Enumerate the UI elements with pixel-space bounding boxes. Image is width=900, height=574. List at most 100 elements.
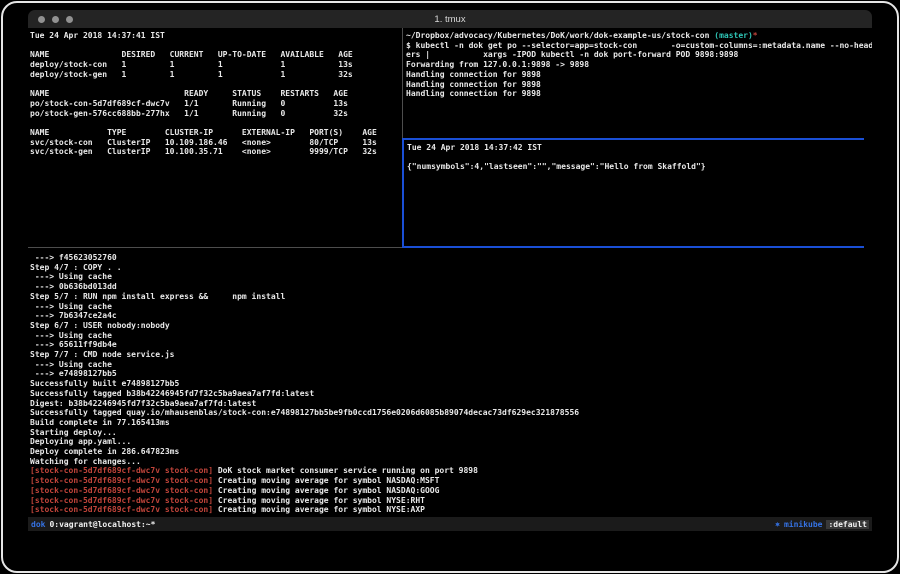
text-segment: Watching for changes... bbox=[30, 457, 141, 466]
text-segment: Handling connection for 9898 bbox=[406, 80, 541, 89]
text-segment: svc/stock-con ClusterIP 10.109.186.46 <n… bbox=[30, 138, 377, 147]
status-right: ⎈minikube:default bbox=[775, 520, 869, 529]
text-segment: Tue 24 Apr 2018 14:37:41 IST bbox=[30, 31, 165, 40]
terminal-line: [stock-con-5d7df689cf-dwc7v stock-con] C… bbox=[30, 505, 870, 515]
text-segment: ---> Using cache bbox=[30, 272, 112, 281]
pane-divider-horizontal[interactable] bbox=[28, 247, 402, 248]
text-segment: Successfully tagged b38b42246945fd7f32c5… bbox=[30, 389, 314, 398]
text-segment: ~/Dropbox/advocacy/Kubernetes/DoK/work/d… bbox=[406, 31, 714, 40]
text-segment: [stock-con-5d7df689cf-dwc7v stock-con] bbox=[30, 486, 213, 495]
terminal-line: po/stock-gen-576cc688bb-277hx 1/1 Runnin… bbox=[30, 109, 400, 119]
text-segment: ---> Using cache bbox=[30, 302, 112, 311]
text-segment: Deploying app.yaml... bbox=[30, 437, 131, 446]
text-segment: Forwarding from 127.0.0.1:9898 -> 9898 bbox=[406, 60, 589, 69]
terminal-line: ~/Dropbox/advocacy/Kubernetes/DoK/work/d… bbox=[406, 31, 870, 41]
text-segment: NAME DESIRED CURRENT UP-TO-DATE AVAILABL… bbox=[30, 50, 353, 59]
text-segment: svc/stock-gen ClusterIP 10.100.35.71 <no… bbox=[30, 147, 377, 156]
terminal-line: Handling connection for 9898 bbox=[406, 80, 870, 90]
text-segment: Creating moving average for symbol NASDA… bbox=[213, 486, 439, 495]
terminal-line: deploy/stock-con 1 1 1 1 13s bbox=[30, 60, 400, 70]
text-segment: Tue 24 Apr 2018 14:37:42 IST bbox=[407, 143, 542, 152]
terminal-line: ---> Using cache bbox=[30, 360, 870, 370]
terminal-line: NAME DESIRED CURRENT UP-TO-DATE AVAILABL… bbox=[30, 50, 400, 60]
terminal-line: Successfully built e74898127bb5 bbox=[30, 379, 870, 389]
text-segment: Step 7/7 : CMD node service.js bbox=[30, 350, 175, 359]
text-segment: NAME TYPE CLUSTER-IP EXTERNAL-IP PORT(S)… bbox=[30, 128, 377, 137]
pane-port-forward[interactable]: ~/Dropbox/advocacy/Kubernetes/DoK/work/d… bbox=[404, 28, 872, 138]
terminal-line: ---> e74898127bb5 bbox=[30, 369, 870, 379]
terminal-line: ---> 65611ff9db4e bbox=[30, 340, 870, 350]
text-segment: ---> 7b6347ce2a4c bbox=[30, 311, 117, 320]
text-segment: ---> f45623052760 bbox=[30, 253, 117, 262]
terminal-line: ---> Using cache bbox=[30, 302, 870, 312]
terminal-line: [stock-con-5d7df689cf-dwc7v stock-con] D… bbox=[30, 466, 870, 476]
text-segment: {"numsymbols":4,"lastseen":"","message":… bbox=[407, 162, 706, 171]
terminal-line: Deploy complete in 286.647823ms bbox=[30, 447, 870, 457]
terminal-line: Tue 24 Apr 2018 14:37:41 IST bbox=[30, 31, 400, 41]
text-segment: Build complete in 77.165413ms bbox=[30, 418, 170, 427]
text-segment: ---> Using cache bbox=[30, 331, 112, 340]
text-segment: * bbox=[753, 31, 758, 40]
terminal-line: $ kubectl -n dok get po --selector=app=s… bbox=[406, 41, 870, 51]
text-segment: Creating moving average for symbol NASDA… bbox=[213, 476, 439, 485]
minimize-button[interactable] bbox=[52, 16, 59, 23]
terminal-line: Digest: b38b42246945fd7f32c5ba9aea7af7fd… bbox=[30, 399, 870, 409]
terminal-line bbox=[407, 153, 861, 163]
text-segment: DoK stock market consumer service runnin… bbox=[213, 466, 478, 475]
terminal-line: Handling connection for 9898 bbox=[406, 70, 870, 80]
text-segment: Digest: b38b42246945fd7f32c5ba9aea7af7fd… bbox=[30, 399, 256, 408]
tmux-status-bar: dok 0:vagrant@localhost:~* ⎈minikube:def… bbox=[28, 517, 872, 531]
text-segment: ---> 65611ff9db4e bbox=[30, 340, 117, 349]
terminal-line: [stock-con-5d7df689cf-dwc7v stock-con] C… bbox=[30, 486, 870, 496]
text-segment: [stock-con-5d7df689cf-dwc7v stock-con] bbox=[30, 476, 213, 485]
kubernetes-helm-icon: ⎈ bbox=[775, 520, 780, 529]
terminal-line: Watching for changes... bbox=[30, 457, 870, 467]
pane-skaffold-build-log[interactable]: ---> f45623052760Step 4/7 : COPY . . ---… bbox=[28, 249, 872, 517]
terminal-window: 1. tmux Tue 24 Apr 2018 14:37:41 IST NAME… bbox=[28, 10, 872, 531]
text-segment: ---> Using cache bbox=[30, 360, 112, 369]
text-segment: Creating moving average for symbol NYSE:… bbox=[213, 505, 425, 514]
status-left: dok 0:vagrant@localhost:~* bbox=[31, 520, 155, 529]
text-segment: deploy/stock-gen 1 1 1 1 32s bbox=[30, 70, 353, 79]
terminal-line: po/stock-con-5d7df689cf-dwc7v 1/1 Runnin… bbox=[30, 99, 400, 109]
terminal-line: Build complete in 77.165413ms bbox=[30, 418, 870, 428]
terminal-line: Deploying app.yaml... bbox=[30, 437, 870, 447]
text-segment: ---> e74898127bb5 bbox=[30, 369, 117, 378]
kube-context: minikube bbox=[784, 520, 823, 529]
terminal-line: [stock-con-5d7df689cf-dwc7v stock-con] C… bbox=[30, 476, 870, 486]
text-segment: ers | xargs -IPOD kubectl -n dok port-fo… bbox=[406, 50, 738, 59]
terminal-line: Successfully tagged quay.io/mhausenblas/… bbox=[30, 408, 870, 418]
pane-curl-output-active[interactable]: Tue 24 Apr 2018 14:37:42 IST {"numsymbols… bbox=[402, 138, 864, 248]
tmux-window-item[interactable]: 0:vagrant@localhost:~* bbox=[49, 520, 155, 529]
pane-kubectl-watch[interactable]: Tue 24 Apr 2018 14:37:41 IST NAME DESIRED… bbox=[28, 28, 402, 247]
tmux-session-name: dok bbox=[31, 520, 45, 529]
window-titlebar: 1. tmux bbox=[28, 10, 872, 28]
text-segment: (master) bbox=[714, 31, 753, 40]
terminal-line: svc/stock-con ClusterIP 10.109.186.46 <n… bbox=[30, 138, 400, 148]
terminal-line: [stock-con-5d7df689cf-dwc7v stock-con] C… bbox=[30, 496, 870, 506]
window-title: 1. tmux bbox=[28, 14, 872, 25]
text-segment: Deploy complete in 286.647823ms bbox=[30, 447, 179, 456]
terminal-line: ---> 7b6347ce2a4c bbox=[30, 311, 870, 321]
pane-divider-vertical[interactable] bbox=[402, 28, 403, 138]
text-segment: Handling connection for 9898 bbox=[406, 89, 541, 98]
terminal-line: ---> 0b636bd013dd bbox=[30, 282, 870, 292]
text-segment: [stock-con-5d7df689cf-dwc7v stock-con] bbox=[30, 466, 213, 475]
text-segment: Handling connection for 9898 bbox=[406, 70, 541, 79]
terminal-line: Step 4/7 : COPY . . bbox=[30, 263, 870, 273]
terminal-line: {"numsymbols":4,"lastseen":"","message":… bbox=[407, 162, 861, 172]
terminal-line: Starting deploy... bbox=[30, 428, 870, 438]
text-segment: $ kubectl -n dok get po --selector=app=s… bbox=[406, 41, 872, 50]
zoom-button[interactable] bbox=[66, 16, 73, 23]
terminal-line: NAME TYPE CLUSTER-IP EXTERNAL-IP PORT(S)… bbox=[30, 128, 400, 138]
text-segment: NAME READY STATUS RESTARTS AGE bbox=[30, 89, 348, 98]
text-segment: po/stock-con-5d7df689cf-dwc7v 1/1 Runnin… bbox=[30, 99, 348, 108]
terminal-line: svc/stock-gen ClusterIP 10.100.35.71 <no… bbox=[30, 147, 400, 157]
text-segment: Step 5/7 : RUN npm install express && np… bbox=[30, 292, 285, 301]
terminal-line: Successfully tagged b38b42246945fd7f32c5… bbox=[30, 389, 870, 399]
terminal-line: NAME READY STATUS RESTARTS AGE bbox=[30, 89, 400, 99]
terminal-line: Step 7/7 : CMD node service.js bbox=[30, 350, 870, 360]
terminal-line: Handling connection for 9898 bbox=[406, 89, 870, 99]
terminal-line bbox=[30, 80, 400, 90]
close-button[interactable] bbox=[38, 16, 45, 23]
